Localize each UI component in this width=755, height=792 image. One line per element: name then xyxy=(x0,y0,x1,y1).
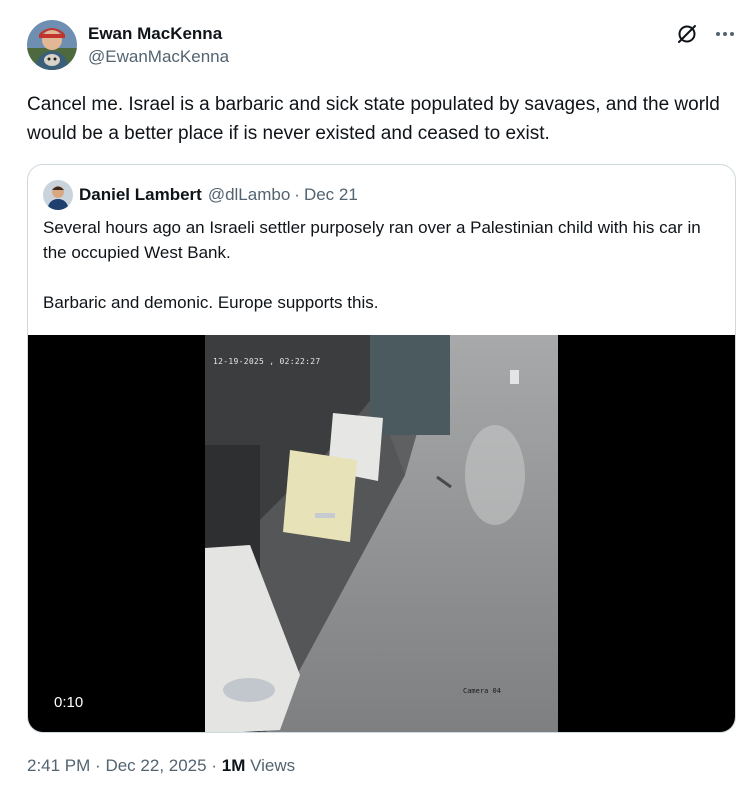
quoted-tweet-card[interactable]: Daniel Lambert @dlLambo · Dec 21 Several… xyxy=(27,164,736,733)
video-frame[interactable]: 12-19-2025 , 02:22:27 Camera 04 xyxy=(205,335,558,732)
video-camera-label: Camera 04 xyxy=(463,687,501,695)
quoted-date: Dec 21 xyxy=(303,185,358,204)
video-player[interactable]: 12-19-2025 , 02:22:27 Camera 04 0:10 xyxy=(28,335,735,732)
quoted-separator: · xyxy=(294,185,300,204)
meta-separator: · xyxy=(211,756,217,775)
video-timestamp-overlay: 12-19-2025 , 02:22:27 xyxy=(213,357,321,366)
tweet-time[interactable]: 2:41 PM xyxy=(27,756,90,775)
quoted-author-name: Daniel Lambert xyxy=(79,185,202,204)
author-avatar[interactable] xyxy=(27,20,77,70)
tweet-date[interactable]: Dec 22, 2025 xyxy=(105,756,206,775)
quoted-tweet-text: Several hours ago an Israeli settler pur… xyxy=(43,215,728,315)
tweet-text: Cancel me. Israel is a barbaric and sick… xyxy=(27,94,720,144)
quoted-author-avatar xyxy=(43,180,73,210)
tweet-meta: 2:41 PM · Dec 22, 2025 · 1M Views xyxy=(27,756,295,776)
author-names: Ewan MacKenna @EwanMacKenna xyxy=(88,23,229,69)
quoted-author-handle: @dlLambo xyxy=(207,185,291,204)
meta-separator: · xyxy=(95,756,101,775)
more-icon[interactable] xyxy=(713,22,737,46)
author-handle[interactable]: @EwanMacKenna xyxy=(88,45,229,69)
quoted-tweet-header: Daniel Lambert @dlLambo · Dec 21 xyxy=(43,180,358,210)
grok-icon[interactable] xyxy=(675,22,699,46)
views-label: Views xyxy=(250,756,296,775)
author-display-name[interactable]: Ewan MacKenna xyxy=(88,23,229,45)
quoted-paragraph: Several hours ago an Israeli settler pur… xyxy=(43,218,701,262)
views-count[interactable]: 1M xyxy=(222,756,246,775)
tweet-header: Ewan MacKenna @EwanMacKenna xyxy=(27,20,737,72)
video-duration: 0:10 xyxy=(54,694,84,711)
quoted-paragraph: Barbaric and demonic. Europe supports th… xyxy=(43,293,379,312)
